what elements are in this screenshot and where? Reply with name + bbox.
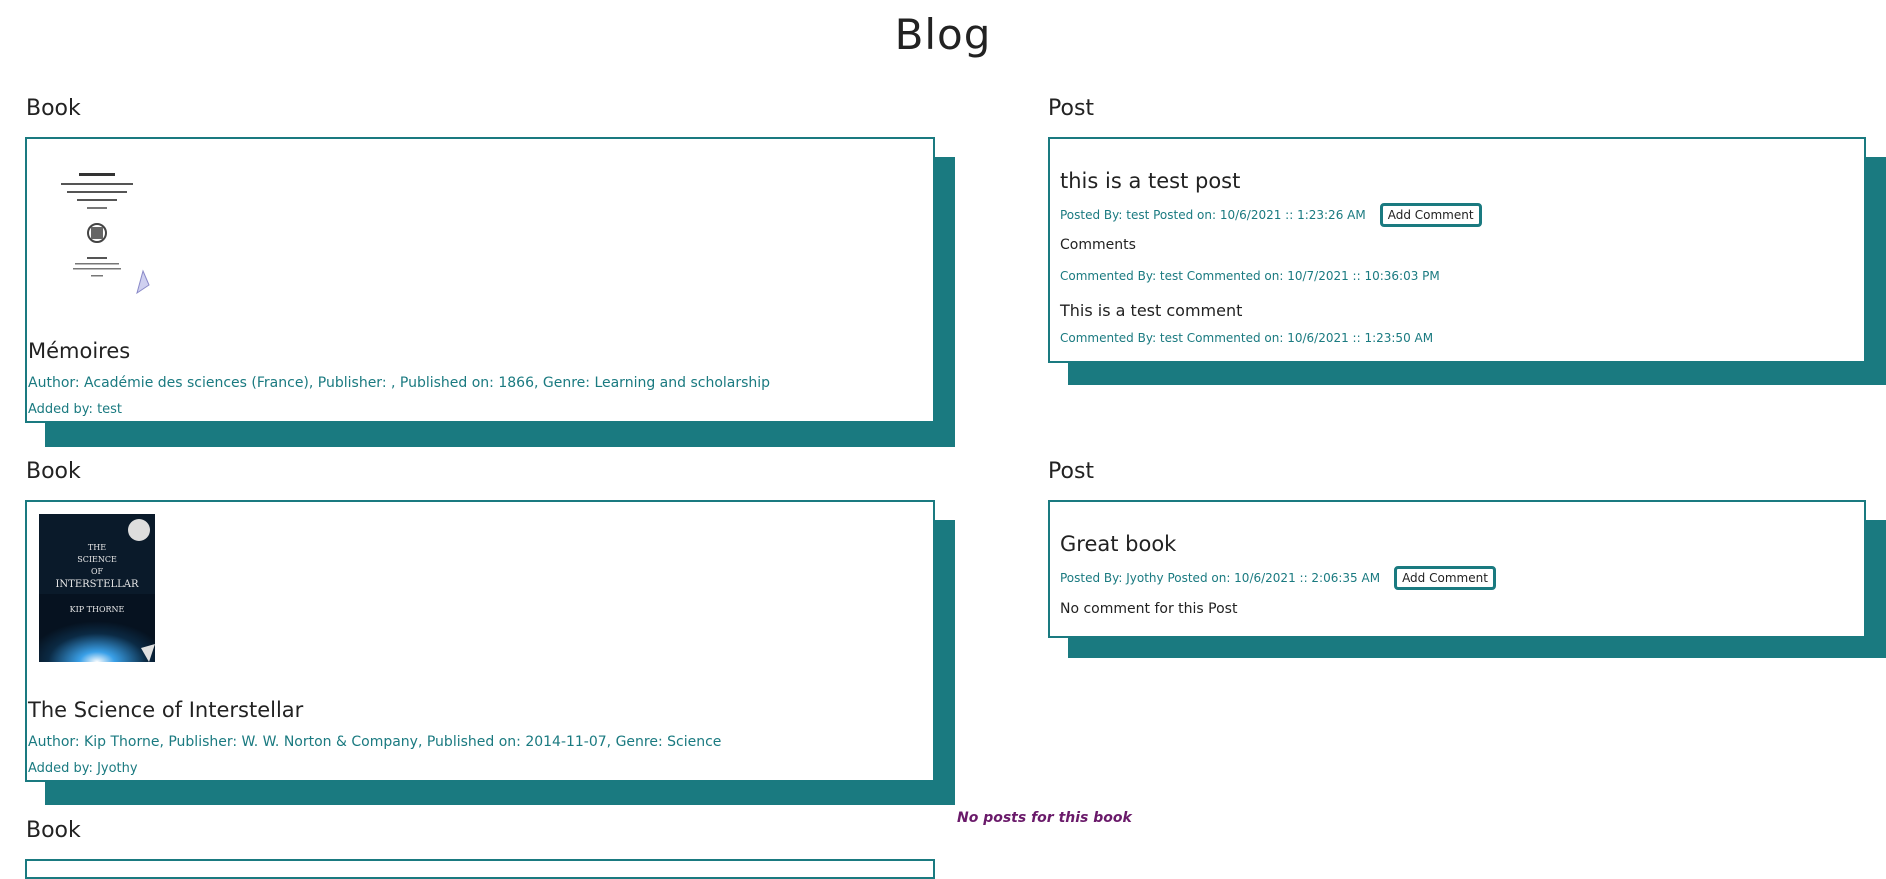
cover-text: INTERSTELLAR — [55, 579, 139, 590]
comment-meta: Commented By: test Commented on: 10/6/20… — [1060, 331, 1434, 345]
book-section-label: Book — [26, 818, 81, 843]
comments-heading: Comments — [1060, 237, 1136, 253]
book-title: Mémoires — [28, 339, 131, 363]
book-added-by: Added by: Jyothy — [28, 761, 138, 776]
no-posts-text: No posts for this book — [957, 810, 1132, 826]
post-card: Great book Posted By: Jyothy Posted on: … — [1048, 500, 1886, 658]
book-title: The Science of Interstellar — [28, 698, 304, 722]
post-card: this is a test post Posted By: test Post… — [1048, 137, 1886, 385]
post-meta-row: Posted By: Jyothy Posted on: 10/6/2021 :… — [1060, 566, 1496, 590]
post-section-label: Post — [1048, 96, 1095, 121]
no-comment-text: No comment for this Post — [1060, 601, 1238, 617]
cover-text: SCIENCE — [77, 555, 117, 564]
comment-text: This is a test comment — [1060, 301, 1243, 320]
post-title: Great book — [1060, 532, 1177, 556]
book-cover-image: THE SCIENCE OF INTERSTELLAR KIP THORNE — [39, 514, 155, 662]
post-meta: Posted By: Jyothy Posted on: 10/6/2021 :… — [1060, 571, 1381, 585]
add-comment-button[interactable]: Add Comment — [1379, 203, 1482, 227]
book-meta: Author: Académie des sciences (France), … — [28, 375, 771, 391]
cover-text: KIP THORNE — [70, 605, 125, 614]
book-card: Mémoires Author: Académie des sciences (… — [25, 137, 955, 447]
book-cover-image — [39, 151, 155, 297]
book-meta: Author: Kip Thorne, Publisher: W. W. Nor… — [28, 734, 722, 750]
book-section-label: Book — [26, 459, 81, 484]
post-section-label: Post — [1048, 459, 1095, 484]
book-card — [25, 859, 935, 879]
comment-meta: Commented By: test Commented on: 10/7/20… — [1060, 269, 1440, 283]
page-title: Blog — [894, 10, 992, 59]
post-meta-row: Posted By: test Posted on: 10/6/2021 :: … — [1060, 203, 1482, 227]
cover-text: THE — [88, 543, 106, 552]
book-card: THE SCIENCE OF INTERSTELLAR KIP THORNE T… — [25, 500, 955, 805]
add-comment-button[interactable]: Add Comment — [1394, 566, 1496, 590]
book-section-label: Book — [26, 96, 81, 121]
cover-text: OF — [91, 567, 104, 576]
post-title: this is a test post — [1060, 169, 1241, 193]
post-meta: Posted By: test Posted on: 10/6/2021 :: … — [1060, 208, 1366, 222]
book-added-by: Added by: test — [28, 402, 123, 417]
